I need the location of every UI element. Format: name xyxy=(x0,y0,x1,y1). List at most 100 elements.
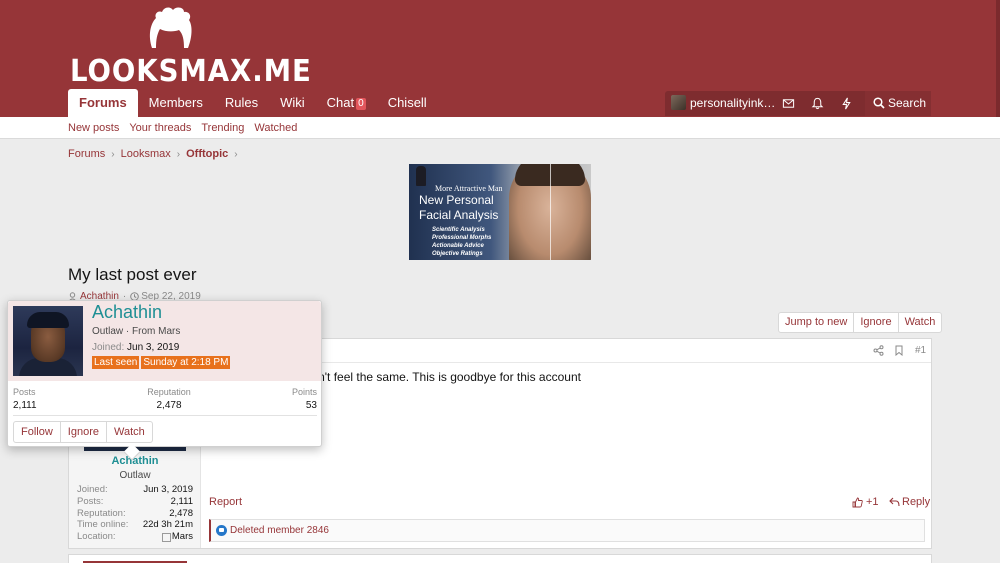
like-reaction-icon xyxy=(216,525,227,536)
bolt-icon[interactable] xyxy=(840,97,853,110)
stat-points: Points 53 xyxy=(292,387,317,411)
tab-wiki[interactable]: Wiki xyxy=(269,89,316,117)
banner-figure-icon xyxy=(416,166,426,186)
subnav-new-posts[interactable]: New posts xyxy=(68,122,119,134)
site-logo[interactable]: LOOKSMAX.ME xyxy=(68,6,311,89)
stat-row: Reputation: 2,478 xyxy=(77,508,193,520)
scrollbar[interactable] xyxy=(996,0,1000,117)
post-user-stats: Joined: Jun 3, 2019 Posts: 2,111 Reputatio… xyxy=(77,484,193,543)
tab-chat-label: Chat xyxy=(326,95,355,110)
tab-chisell[interactable]: Chisell xyxy=(377,89,438,117)
last-seen-value: Sunday at 2:18 PM xyxy=(141,356,231,369)
stat-value: Mars xyxy=(161,531,193,543)
chevron-right-icon: › xyxy=(234,148,238,160)
stat-value: 2,478 xyxy=(169,507,193,519)
tooltip-username[interactable]: Achathin xyxy=(92,302,162,323)
stat-label: Reputation: xyxy=(77,507,126,519)
account-username: personalityink… xyxy=(690,95,776,110)
stat-label: Posts xyxy=(13,387,36,397)
ad-banner[interactable]: More Attractive Man New Personal Facial … xyxy=(409,164,591,260)
tooltip-stats: Posts 2,111 Reputation 2,478 Points 53 xyxy=(13,387,317,415)
breadcrumb-forums[interactable]: Forums xyxy=(68,148,105,160)
thread-actions: Jump to new Ignore Watch xyxy=(778,312,943,333)
search-label: Search xyxy=(888,96,927,110)
banner-feature: Scientific Analysis xyxy=(432,227,485,233)
chevron-right-icon: › xyxy=(111,148,115,160)
stat-row: Posts: 2,111 xyxy=(77,496,193,508)
breadcrumb: Forums › Looksmax › Offtopic › xyxy=(68,148,244,160)
stat-label: Points xyxy=(291,387,317,397)
stat-value: 2,478 xyxy=(156,400,182,411)
reactions-bar[interactable]: Deleted member 2846 xyxy=(209,519,925,542)
search-button[interactable]: Search xyxy=(865,91,931,116)
broken-image-icon xyxy=(161,532,171,542)
stat-posts: Posts 2,111 xyxy=(13,387,37,411)
bell-icon[interactable] xyxy=(811,97,824,110)
page-title: My last post ever xyxy=(68,265,197,284)
location-value: Mars xyxy=(171,531,193,543)
logo-text: LOOKSMAX.ME xyxy=(70,54,312,89)
avatar-cap xyxy=(27,312,69,328)
subnav-watched[interactable]: Watched xyxy=(254,122,297,134)
avatar[interactable] xyxy=(13,306,83,376)
tooltip-last-seen: Last seen Sunday at 2:18 PM xyxy=(92,356,231,369)
tooltip-user-title: Outlaw · From Mars xyxy=(92,326,181,337)
chevron-right-icon: › xyxy=(176,148,181,160)
tab-chat[interactable]: Chat 0 xyxy=(316,89,377,117)
reply-label: Reply xyxy=(902,496,931,508)
subnav-trending[interactable]: Trending xyxy=(201,122,244,134)
subnav-your-threads[interactable]: Your threads xyxy=(129,122,191,134)
sub-nav: New posts Your threads Trending Watched xyxy=(0,117,1000,139)
tooltip-header: Achathin Outlaw · From Mars Joined: Jun … xyxy=(8,301,321,381)
report-button[interactable]: Report xyxy=(209,496,242,508)
banner-feature: Objective Ratings xyxy=(432,251,483,257)
banner-feature-list: Scientific Analysis Professional Morphs … xyxy=(432,226,491,258)
account-bar: personalityink… Search xyxy=(665,91,931,116)
stat-label: Location: xyxy=(77,531,116,543)
bookmark-icon[interactable] xyxy=(894,345,904,356)
watch-user-button[interactable]: Watch xyxy=(107,422,152,442)
ignore-thread-button[interactable]: Ignore xyxy=(854,313,899,332)
main-nav: Forums Members Rules Wiki Chat 0 Chisell xyxy=(68,89,438,117)
banner-title-line1: New Personal xyxy=(419,193,494,207)
like-button[interactable]: +1 xyxy=(852,496,879,508)
joined-value: Jun 3, 2019 xyxy=(127,342,180,353)
tab-forums[interactable]: Forums xyxy=(68,89,138,117)
breadcrumb-looksmax[interactable]: Looksmax xyxy=(121,148,171,160)
banner-split-line xyxy=(550,164,551,260)
envelope-icon[interactable] xyxy=(782,97,795,110)
watch-thread-button[interactable]: Watch xyxy=(899,313,942,332)
stat-reputation: Reputation 2,478 xyxy=(133,387,205,411)
banner-brand: More Attractive Man xyxy=(435,184,503,193)
hair-logo-icon xyxy=(149,7,192,48)
stat-value: 2,111 xyxy=(13,400,37,411)
reply-icon xyxy=(889,497,900,507)
follow-button[interactable]: Follow xyxy=(14,422,61,442)
tooltip-actions: Follow Ignore Watch xyxy=(13,421,153,443)
ignore-user-button[interactable]: Ignore xyxy=(61,422,107,442)
tooltip-joined: Joined: Jun 3, 2019 xyxy=(92,342,179,353)
stat-row: Time online: 22d 3h 21m xyxy=(77,519,193,531)
last-seen-label: Last seen xyxy=(92,356,140,369)
account-menu[interactable]: personalityink… xyxy=(671,95,775,110)
reactions-list[interactable]: Deleted member 2846 xyxy=(230,525,329,536)
tab-members[interactable]: Members xyxy=(138,89,214,117)
stat-value: 22d 3h 21m xyxy=(142,519,193,531)
like-count: +1 xyxy=(866,496,879,508)
banner-feature: Actionable Advice xyxy=(432,243,484,249)
joined-label: Joined: xyxy=(92,342,125,353)
stat-label: Time online: xyxy=(77,519,129,531)
breadcrumb-offtopic[interactable]: Offtopic xyxy=(186,148,228,160)
tab-rules[interactable]: Rules xyxy=(214,89,269,117)
post-number-link[interactable]: #1 xyxy=(915,345,926,356)
site-header: LOOKSMAX.ME Forums Members Rules Wiki Ch… xyxy=(0,0,1000,117)
stat-row: Location: Mars xyxy=(77,531,193,543)
reply-button[interactable]: Reply xyxy=(889,496,930,508)
member-tooltip: Achathin Outlaw · From Mars Joined: Jun … xyxy=(7,300,322,461)
share-icon[interactable] xyxy=(873,345,884,356)
post-footer: Report +1 Reply xyxy=(209,496,930,510)
banner-feature: Professional Morphs xyxy=(432,235,492,241)
stat-row: Joined: Jun 3, 2019 xyxy=(77,484,193,496)
search-icon xyxy=(873,97,885,109)
jump-to-new-button[interactable]: Jump to new xyxy=(779,313,855,332)
